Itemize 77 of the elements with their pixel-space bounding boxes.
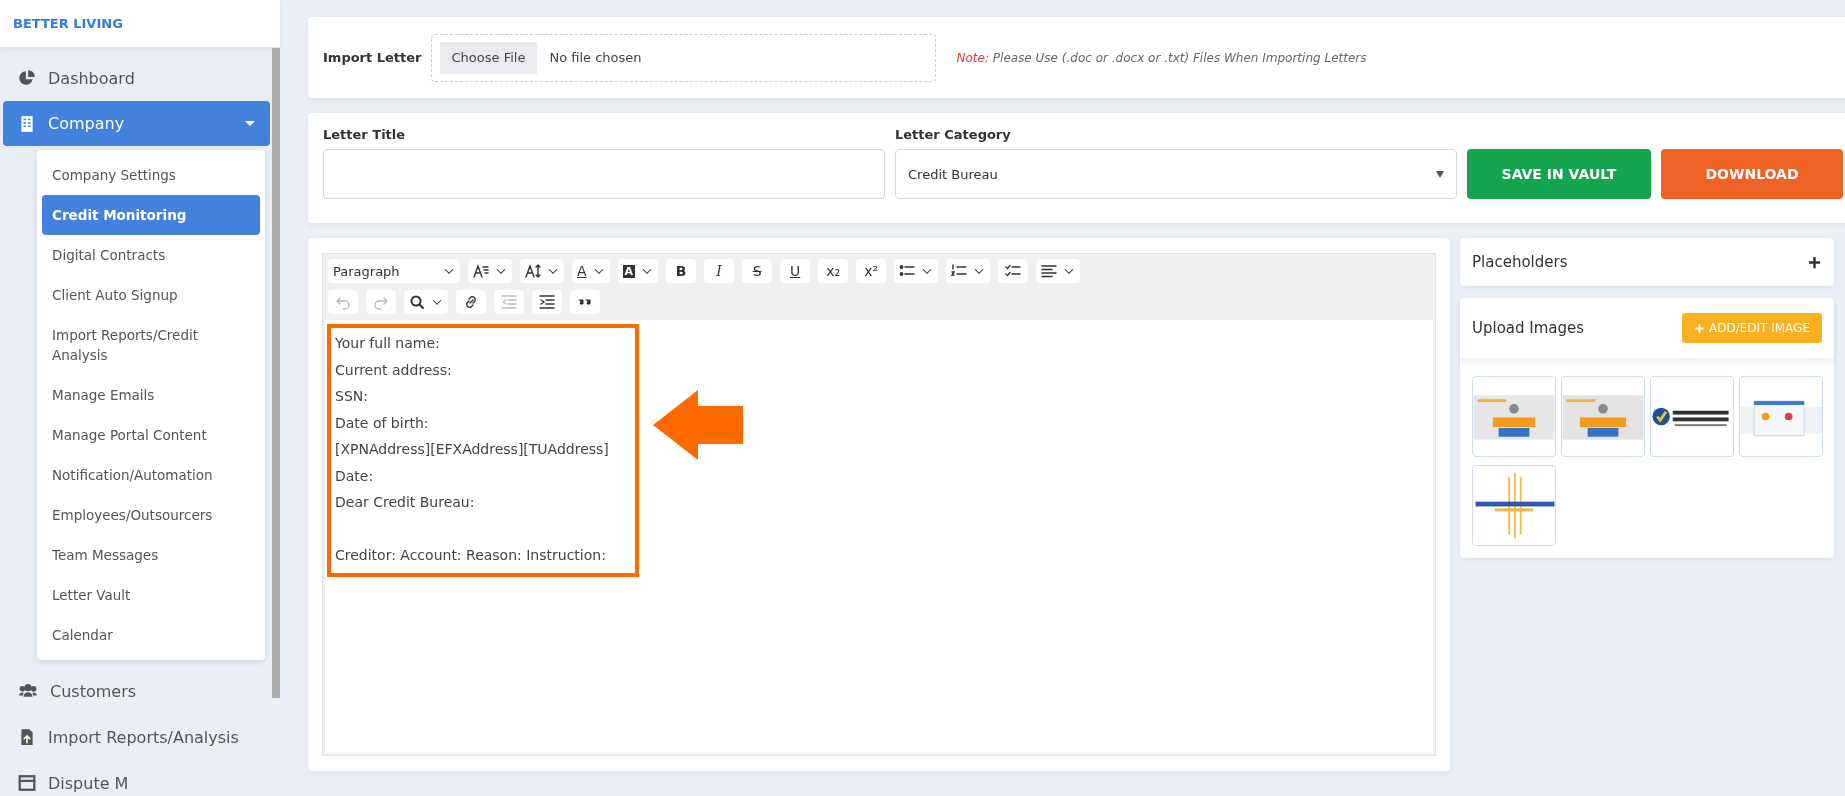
building-icon [18,114,36,133]
note-text: Note: Please Use (.doc or .docx or .txt) Files When Importing Letters [956,50,1367,65]
letter-line: [XPNAddress][EFXAddress][TUAddress] [335,440,609,459]
outdent-icon [501,294,517,310]
field-label: Letter Category [895,127,1012,142]
choose-file-button[interactable]: Choose File [439,41,538,74]
placeholders-panel[interactable]: Placeholders [1460,238,1834,286]
font-size-icon [473,263,489,279]
submenu-item[interactable]: Manage Portal Content [42,415,260,455]
plus-icon [1694,322,1705,334]
users-icon [18,682,38,700]
submenu-item[interactable]: Digital Contracts [42,235,260,275]
toolbar-button[interactable] [456,290,486,314]
numbered-list-icon [951,263,968,279]
toolbar-button[interactable] [532,290,562,314]
pie-chart-icon [18,69,36,87]
submenu-item[interactable]: Team Messages [42,535,260,575]
letter-line: SSN: [335,387,369,406]
window-icon [18,774,36,792]
brand-name: BETTER LIVING [13,16,123,31]
search-icon [409,294,425,310]
panel-title: Upload Images [1472,319,1585,337]
nav-item[interactable]: Customers [3,668,270,714]
toolbar-button[interactable]: x² [856,259,887,283]
submenu-item[interactable]: Notification/Automation [42,455,260,495]
link-icon [463,294,479,310]
file-input[interactable]: Choose File No file chosen [430,33,936,82]
style-dropdown[interactable]: Paragraph [328,259,460,283]
nav-item[interactable]: Company [3,101,270,146]
toolbar-button[interactable] [520,259,564,283]
toolbar-button[interactable] [468,259,512,283]
toolbar-button[interactable] [998,259,1029,283]
plus-icon [1807,254,1822,270]
field-label: Import Letter [323,50,422,65]
submenu-item[interactable]: Client Auto Signup [42,275,260,315]
line-height-icon [525,263,541,279]
toolbar-button[interactable]: x₂ [818,259,849,283]
category-dropdown[interactable]: Credit Bureau [895,149,1457,199]
submenu-item[interactable]: Calendar [42,615,260,655]
letter-line: Dear Credit Bureau: [335,493,476,512]
file-status: No file chosen [549,50,642,65]
submenu-item[interactable]: Import Reports/Credit Analysis [42,315,260,375]
toolbar-button[interactable]: A [572,259,610,283]
toolbar-button[interactable]: B [666,259,697,283]
letter-line: Current address: [335,360,453,380]
toolbar-button[interactable] [1036,259,1081,283]
letter-line: Your full name: [335,334,441,353]
toolbar-button[interactable] [570,290,600,314]
toolbar-button[interactable] [946,259,991,283]
checklist-icon [1005,263,1022,279]
letter-line: Date of birth: [335,413,430,433]
submenu-item[interactable]: Employees/Outsourcers [42,495,260,535]
scrollbar[interactable] [272,48,280,698]
arrow-icon [653,390,743,460]
submenu-item[interactable]: Manage Emails [42,375,260,415]
letter-line: Creditor: Account: Reason: Instruction: [335,546,607,565]
toolbar-button[interactable]: I [704,259,735,283]
toolbar-button[interactable]: U [780,259,811,283]
toolbar-button[interactable]: S [742,259,773,283]
submenu-item[interactable]: Company Settings [42,155,260,195]
submenu-item[interactable]: Credit Monitoring [42,195,260,235]
toolbar-button[interactable]: A [617,259,659,283]
indent-icon [539,294,555,310]
title-field[interactable] [323,149,885,199]
submenu-item[interactable]: Letter Vault [42,575,260,615]
toolbar-button[interactable] [894,259,939,283]
document-area[interactable]: Your full name: Current address: SSN: Date of birth: [XPNAddress][EFXAddress][TUAddress] Date: Dear Credit Bureau: Creditor: Account: Reason: Instruction: [325,320,1433,753]
nav-item[interactable]: Dashboard [3,55,270,101]
panel-title: Placeholders [1472,253,1568,271]
field-label: Letter Title [323,127,407,142]
bullet-list-icon [899,263,916,279]
nav-item[interactable]: Import Reports/Analysis [3,714,270,760]
file-upload-icon [18,728,36,746]
letter-line: Date: [335,466,375,486]
align-left-icon [1041,263,1058,279]
nav-item[interactable]: Dispute M [3,760,270,796]
toolbar-button[interactable] [404,290,448,314]
